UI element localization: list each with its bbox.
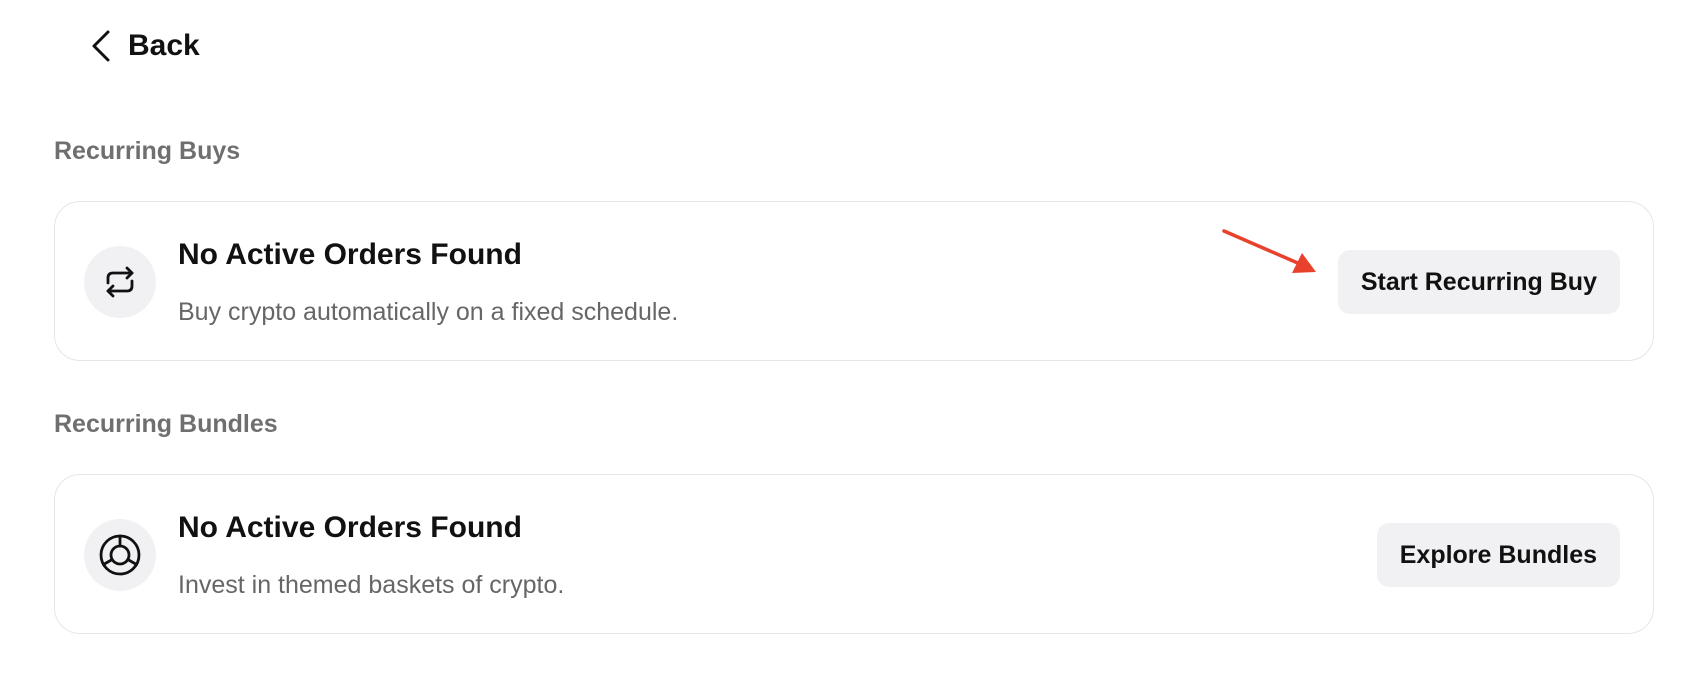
card-description: Buy crypto automatically on a fixed sche… bbox=[178, 298, 679, 326]
red-arrow-icon bbox=[1220, 226, 1320, 281]
card-title: No Active Orders Found bbox=[178, 511, 522, 544]
back-label: Back bbox=[128, 29, 200, 62]
section-title-recurring-bundles: Recurring Bundles bbox=[54, 410, 278, 438]
back-button[interactable]: Back bbox=[90, 22, 200, 70]
start-recurring-buy-button[interactable]: Start Recurring Buy bbox=[1337, 250, 1620, 314]
card-title: No Active Orders Found bbox=[178, 238, 522, 271]
bundle-circle-icon bbox=[84, 519, 156, 591]
recurring-bundles-card: No Active Orders Found Invest in themed … bbox=[54, 474, 1654, 634]
explore-bundles-button[interactable]: Explore Bundles bbox=[1376, 523, 1620, 587]
recurring-buys-card: No Active Orders Found Buy crypto automa… bbox=[54, 201, 1654, 361]
recurring-arrows-icon bbox=[84, 246, 156, 318]
chevron-left-icon bbox=[90, 29, 112, 63]
section-title-recurring-buys: Recurring Buys bbox=[54, 137, 241, 165]
card-description: Invest in themed baskets of crypto. bbox=[178, 571, 565, 599]
